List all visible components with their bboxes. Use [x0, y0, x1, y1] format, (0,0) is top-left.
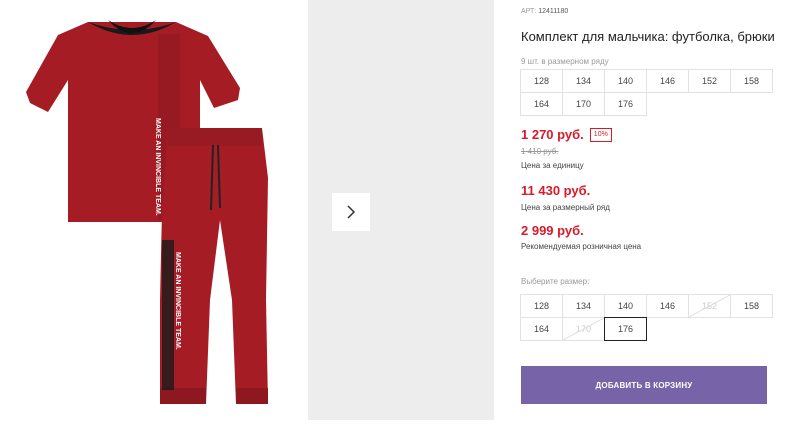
print-text-pants: MAKE AN INVINCIBLE TEAM.	[174, 252, 181, 350]
size-option[interactable]: 140	[604, 294, 647, 318]
sku: АРТ: 12411180	[521, 8, 569, 15]
unit-price-row: 1 270 руб. 10%	[521, 127, 612, 142]
product-photo[interactable]: MAKE AN INVINCIBLE TEAM. MAKE AN INVINCI…	[0, 0, 302, 424]
product-title: Комплект для мальчика: футболка, брюки	[521, 29, 775, 44]
pack-size: 134	[562, 69, 605, 93]
size-option[interactable]: 164	[520, 317, 563, 341]
pack-note: 9 шт. в размерном ряду	[521, 57, 609, 66]
pack-size: 176	[604, 92, 647, 116]
pack-price: 11 430 руб.	[521, 183, 591, 198]
pack-size: 140	[604, 69, 647, 93]
garment-illustration: MAKE AN INVINCIBLE TEAM. MAKE AN INVINCI…	[26, 20, 268, 404]
sku-value: 12411180	[538, 8, 569, 15]
size-picker-label: Выберите размер:	[521, 277, 590, 286]
pack-sizes-grid: 128 134 140 146 152 158 164 170 176	[520, 69, 773, 116]
pack-size: 152	[688, 69, 731, 93]
size-option[interactable]: 158	[730, 294, 773, 318]
size-picker: 128 134 140 146 152 158 164 170 176	[520, 294, 773, 341]
size-option-disabled: 152	[688, 294, 731, 318]
size-option-disabled: 170	[562, 317, 605, 341]
pack-size: 158	[730, 69, 773, 93]
product-page: MAKE AN INVINCIBLE TEAM. MAKE AN INVINCI…	[0, 0, 800, 424]
rrp-label: Рекомендуемая розничная цена	[521, 242, 642, 251]
unit-price: 1 270 руб.	[521, 127, 584, 142]
add-to-cart-button[interactable]: ДОБАВИТЬ В КОРЗИНУ	[521, 366, 767, 404]
pack-price-label: Цена за размерный ряд	[521, 203, 610, 212]
rrp-price: 2 999 руб.	[521, 223, 584, 238]
strike-icon	[689, 295, 730, 317]
pack-size: 164	[520, 92, 563, 116]
size-option[interactable]: 146	[646, 294, 689, 318]
strike-icon	[563, 318, 604, 340]
gallery-next-button[interactable]	[332, 193, 370, 231]
chevron-right-icon	[347, 205, 356, 219]
pack-size: 170	[562, 92, 605, 116]
size-option[interactable]: 128	[520, 294, 563, 318]
discount-badge: 10%	[589, 127, 612, 142]
unit-price-label: Цена за единицу	[521, 161, 584, 170]
pack-size: 146	[646, 69, 689, 93]
pack-size: 128	[520, 69, 563, 93]
old-price: 1 410 руб.	[521, 147, 559, 156]
print-text-shirt: MAKE AN INVINCIBLE TEAM.	[154, 118, 161, 216]
size-option-selected[interactable]: 176	[604, 317, 647, 341]
size-option[interactable]: 134	[562, 294, 605, 318]
